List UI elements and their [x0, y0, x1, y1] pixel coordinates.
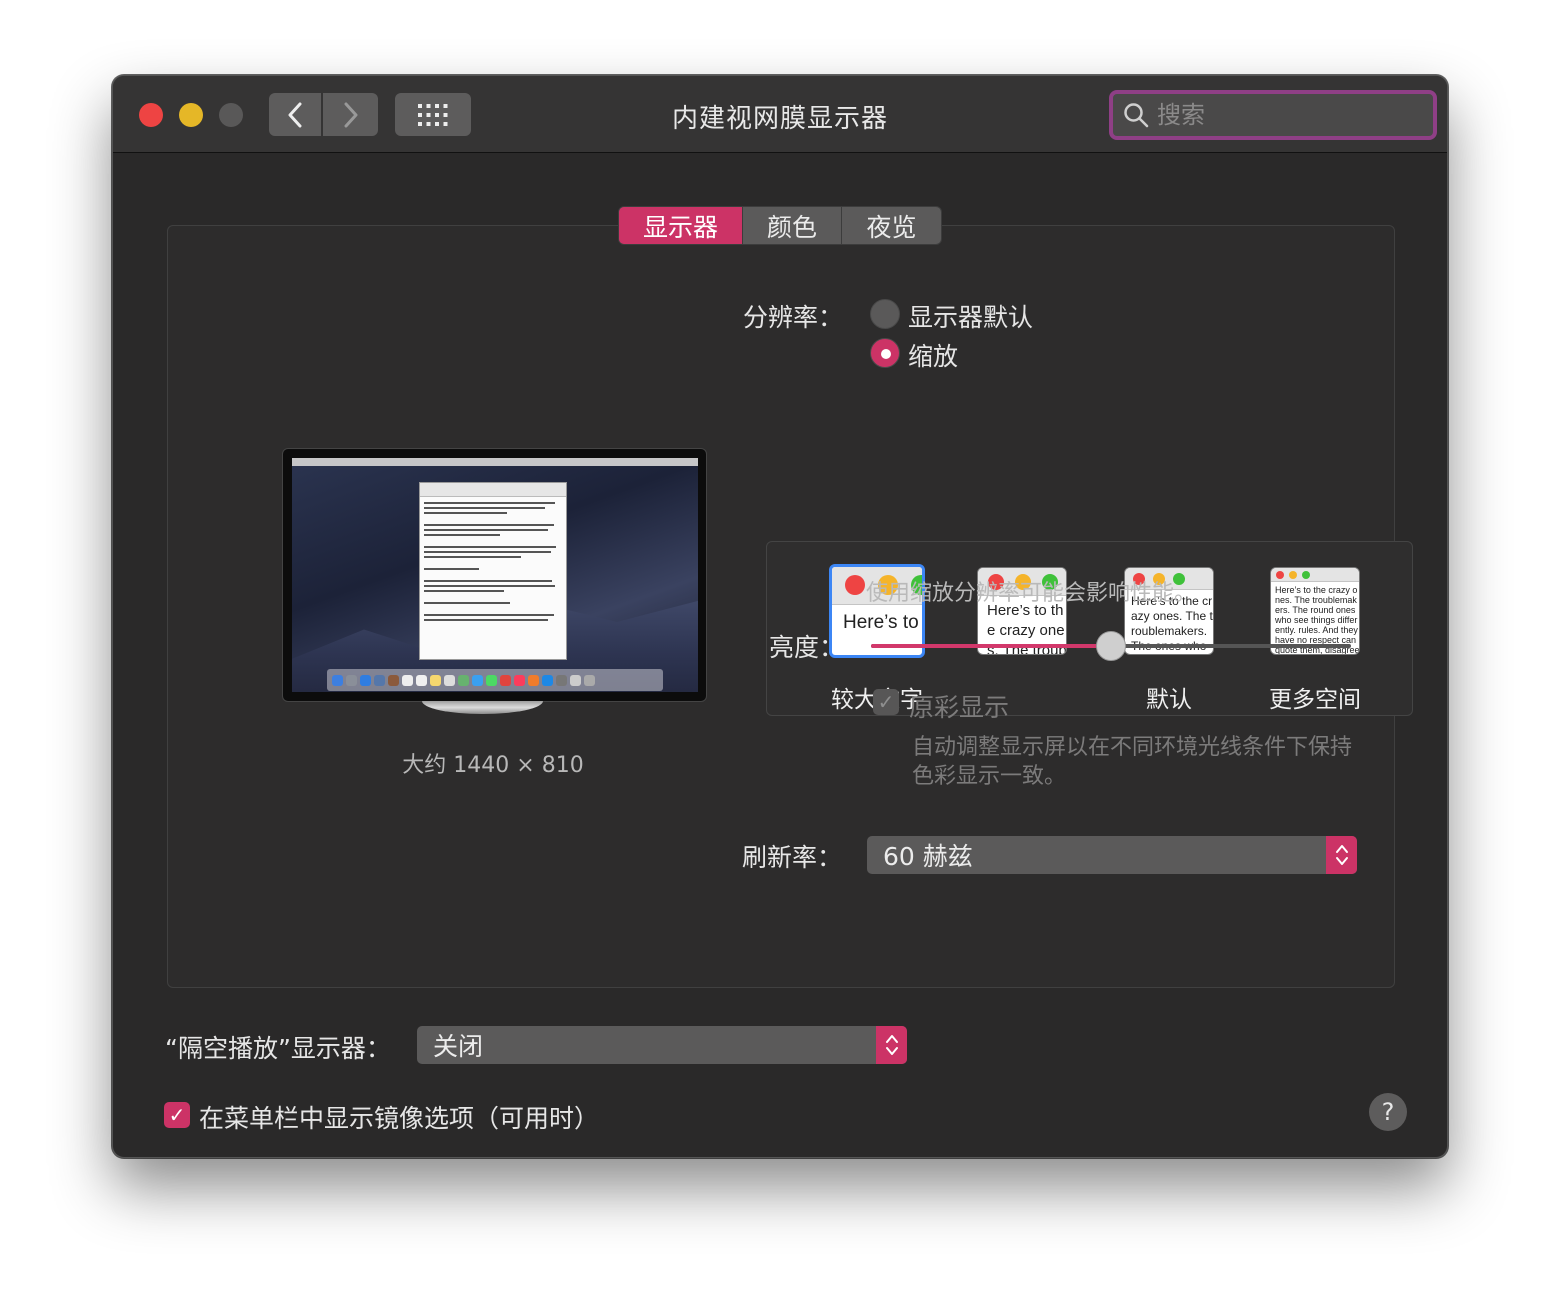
display-stand: [422, 701, 543, 714]
mirroring-checkbox[interactable]: ✓: [164, 1102, 190, 1128]
up-down-arrows-icon: [1326, 836, 1357, 874]
system-preferences-window: 内建视网膜显示器 搜索 大约 1440 × 810 分辨率： 显示器默认 缩放 …: [112, 75, 1448, 1158]
title-bar: 内建视网膜显示器: [113, 76, 1447, 153]
search-field[interactable]: [1109, 90, 1437, 140]
search-icon: [1124, 103, 1149, 128]
settings-panel: 大约 1440 × 810 分辨率： 显示器默认 缩放 Here’s to th…: [167, 225, 1413, 988]
display-preview: [282, 448, 707, 702]
scaled-resolution-note: 使用缩放分辨率可能会影响性能。: [866, 581, 1197, 606]
resolution-default-label[interactable]: 显示器默认: [908, 298, 1033, 334]
brightness-slider-knob[interactable]: [1096, 631, 1126, 661]
refresh-rate-select[interactable]: 60 赫兹: [867, 836, 1357, 874]
true-tone-checkbox[interactable]: ✓: [873, 689, 899, 715]
brightness-slider-fill: [871, 644, 1111, 648]
true-tone-label: 原彩显示: [909, 693, 1010, 722]
help-button[interactable]: ?: [1369, 1093, 1407, 1131]
refresh-rate-value: 60 赫兹: [883, 842, 973, 871]
brightness-label: 亮度：: [769, 633, 845, 662]
resolution-caption: 大约 1440 × 810: [402, 753, 584, 778]
tab-display[interactable]: 显示器: [619, 207, 743, 244]
true-tone-description-line1: 自动调整显示屏以在不同环境光线条件下保持: [912, 735, 1353, 760]
scaled-option-default-label: 默认: [1146, 687, 1192, 713]
mirroring-label[interactable]: 在菜单栏中显示镜像选项（可用时）: [199, 1099, 599, 1135]
scaled-option-sample: Here’s to the crazy ones. The troublemak…: [843, 612, 922, 633]
preview-document: [419, 482, 567, 660]
up-down-arrows-icon: [876, 1026, 907, 1064]
tab-night-shift[interactable]: 夜览: [842, 207, 941, 244]
resolution-label: 分辨率：: [743, 303, 844, 332]
search-input[interactable]: [1157, 101, 1407, 129]
brightness-slider[interactable]: [871, 631, 1351, 661]
airplay-display-select[interactable]: 关闭: [417, 1026, 907, 1064]
tab-bar: 显示器 颜色 夜览: [618, 206, 942, 245]
airplay-display-value: 关闭: [433, 1032, 484, 1061]
scaled-option-more-space-label: 更多空间: [1269, 687, 1361, 713]
scaled-option-more-space[interactable]: Here’s to the crazy ones. The troublemak…: [1270, 567, 1360, 655]
true-tone-description-line2: 色彩显示一致。: [912, 764, 1067, 789]
airplay-display-label: “隔空播放”显示器：: [165, 1034, 391, 1063]
resolution-scaled-radio[interactable]: [870, 338, 900, 368]
resolution-scaled-label[interactable]: 缩放: [908, 337, 958, 373]
scaled-resolution-options: Here’s to the crazy ones. The troublemak…: [766, 541, 1413, 716]
preview-dock: [327, 669, 663, 691]
refresh-rate-label: 刷新率：: [742, 843, 843, 872]
resolution-default-radio[interactable]: [870, 299, 900, 329]
tab-color[interactable]: 颜色: [743, 207, 842, 244]
display-preview-screen: [292, 458, 698, 692]
